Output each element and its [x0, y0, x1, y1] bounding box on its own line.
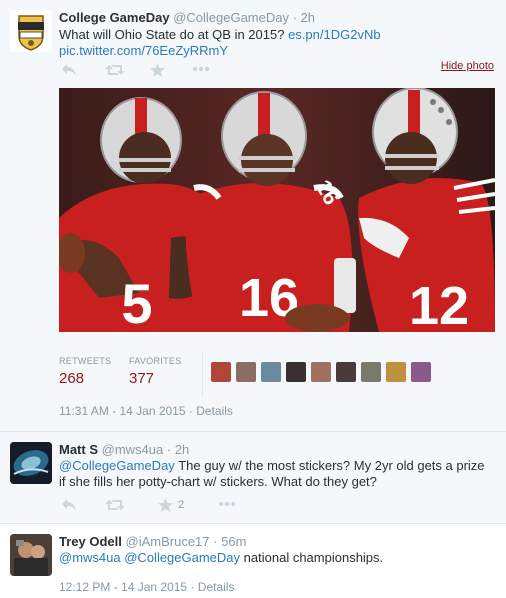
reply-button[interactable]	[61, 63, 77, 77]
author-handle[interactable]: @iAmBruce17	[126, 534, 210, 549]
tweet-college-gameday: College GameDay @CollegeGameDay · 2h Wha…	[0, 0, 506, 432]
jersey-number-12: 12	[409, 276, 469, 332]
avatar[interactable]	[10, 534, 52, 576]
favorite-count: 2	[178, 499, 185, 511]
favoriter-avatar[interactable]	[211, 362, 231, 382]
tweet-header: Matt S @mws4ua · 2h	[59, 442, 189, 457]
retweet-icon	[105, 500, 125, 510]
mention-collegegameday[interactable]: @CollegeGameDay	[124, 550, 240, 565]
favoriter-avatar[interactable]	[386, 362, 406, 382]
separator: ·	[213, 534, 218, 549]
avatar[interactable]	[10, 442, 52, 484]
favoriter-avatar[interactable]	[236, 362, 256, 382]
timestamp-text[interactable]: 12:12 PM - 14 Jan 2015	[59, 580, 187, 594]
favorite-button[interactable]	[150, 63, 165, 77]
tweet-link-espn[interactable]: es.pn/1DG2vNb	[288, 27, 381, 42]
retweets-count[interactable]: 268	[59, 370, 84, 387]
favoriter-avatar[interactable]	[286, 362, 306, 382]
meta-dot: ·	[190, 580, 195, 594]
tweet-time[interactable]: 56m	[221, 534, 246, 549]
tweet-timestamp: 12:12 PM - 14 Jan 2015 · Details	[59, 580, 234, 594]
favorites-label: FAVORITES	[129, 356, 182, 366]
tweet-link-pic[interactable]: pic.twitter.com/76EeZyRRmY	[59, 43, 228, 58]
tweet-text: @CollegeGameDay The guy w/ the most stic…	[59, 458, 494, 490]
author-name[interactable]: College GameDay	[59, 10, 170, 25]
tweet-header: College GameDay @CollegeGameDay · 2h	[59, 10, 315, 25]
tweet-text: @mws4ua @CollegeGameDay national champio…	[59, 550, 494, 566]
jersey-number-5: 5	[121, 272, 152, 332]
reply-tweet-matt-s: Matt S @mws4ua · 2h @CollegeGameDay The …	[0, 432, 506, 524]
star-icon	[158, 498, 173, 512]
reply-icon	[62, 499, 76, 511]
details-link[interactable]: Details	[196, 404, 233, 418]
author-handle[interactable]: @CollegeGameDay	[173, 10, 289, 25]
tweet-body: What will Ohio State do at QB in 2015?	[59, 27, 285, 42]
reply-icon	[62, 64, 76, 76]
tweet-timestamp: 11:31 AM - 14 Jan 2015 · · Details	[59, 404, 233, 418]
more-button[interactable]	[192, 66, 210, 72]
retweet-icon	[105, 65, 125, 75]
retweet-button[interactable]	[105, 498, 125, 512]
college-gameday-logo-icon	[10, 10, 52, 52]
favorite-button[interactable]: 2	[158, 498, 184, 512]
avatar-image	[10, 442, 52, 484]
more-icon	[218, 501, 236, 507]
meta-dot: ·	[188, 404, 193, 418]
separator: ·	[292, 10, 297, 25]
reply-tweet-trey-odell: Trey Odell @iAmBruce17 · 56m @mws4ua @Co…	[0, 524, 506, 598]
quarterbacks-photo: 5 16 16 12	[59, 88, 495, 332]
tweet-time[interactable]: 2h	[175, 442, 189, 457]
favoriter-avatar[interactable]	[361, 362, 381, 382]
timestamp-text[interactable]: 11:31 AM - 14 Jan 2015	[59, 404, 186, 418]
author-handle[interactable]: @mws4ua	[102, 442, 164, 457]
retweets-label: RETWEETS	[59, 356, 112, 366]
hide-photo-link[interactable]: Hide photo	[441, 60, 494, 72]
mention-collegegameday[interactable]: @CollegeGameDay	[59, 458, 175, 473]
avatar[interactable]	[10, 10, 52, 52]
tweet-stats: RETWEETS 268 FAVORITES 377	[59, 351, 495, 397]
tweet-header: Trey Odell @iAmBruce17 · 56m	[59, 534, 246, 549]
tweet-actions	[59, 63, 259, 79]
author-name[interactable]: Matt S	[59, 442, 98, 457]
retweet-button[interactable]	[105, 63, 125, 77]
author-name[interactable]: Trey Odell	[59, 534, 122, 549]
avatar-image	[10, 534, 52, 576]
tweet-time[interactable]: 2h	[301, 10, 315, 25]
tweet-body: national championships.	[243, 550, 384, 565]
separator: ·	[166, 442, 172, 457]
favoriter-avatar[interactable]	[411, 362, 431, 382]
reply-button[interactable]	[61, 498, 77, 512]
favoriter-avatar[interactable]	[336, 362, 356, 382]
more-icon	[192, 66, 210, 72]
tweet-photo[interactable]: 5 16 16 12	[59, 88, 495, 332]
details-link[interactable]: Details	[198, 580, 235, 594]
tweet-actions: 2	[59, 498, 259, 514]
mention-mws4ua[interactable]: @mws4ua	[59, 550, 121, 565]
more-button[interactable]	[218, 501, 236, 507]
favoriter-avatar[interactable]	[261, 362, 281, 382]
stats-divider	[202, 351, 203, 397]
favoriter-avatar[interactable]	[311, 362, 331, 382]
star-icon	[150, 63, 165, 77]
favorites-count[interactable]: 377	[129, 370, 154, 387]
tweet-text: What will Ohio State do at QB in 2015? e…	[59, 27, 489, 59]
